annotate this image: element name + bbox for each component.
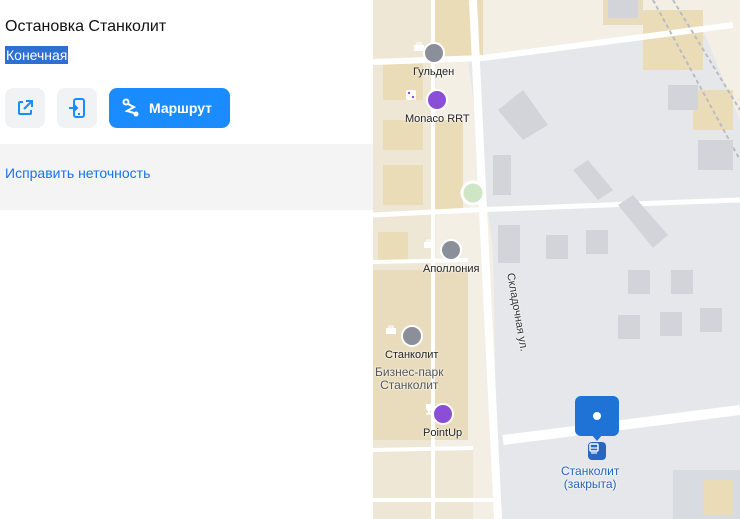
- route-icon: [122, 98, 139, 117]
- marker-dot: [593, 412, 601, 420]
- briefcase-icon: [414, 42, 445, 64]
- poi-gulden[interactable]: Гульден: [413, 42, 454, 79]
- poi-label: Станколит: [385, 349, 439, 361]
- map-view[interactable]: Гульден Monaco RRT Аполлония Станколит Б…: [373, 0, 740, 519]
- stop-map-label: Станколит (закрыта): [561, 465, 619, 491]
- stop-map-label-line2: (закрыта): [563, 477, 617, 491]
- selected-stop-marker[interactable]: [575, 396, 619, 436]
- poi-label-line: Бизнес-парк: [375, 365, 444, 379]
- route-button-label: Маршрут: [149, 100, 213, 116]
- send-to-phone-button[interactable]: [57, 88, 97, 128]
- poi-label: Бизнес-парк Станколит: [375, 366, 443, 392]
- fix-inaccuracy-link[interactable]: Исправить неточность: [5, 165, 150, 181]
- share-button[interactable]: [5, 88, 45, 128]
- tram-icon: [588, 442, 606, 460]
- route-button[interactable]: Маршрут: [109, 88, 230, 128]
- poi-business-park[interactable]: Бизнес-парк Станколит: [375, 364, 443, 392]
- poi-label-line: Станколит: [380, 378, 439, 392]
- share-icon: [18, 100, 33, 115]
- poi-monaco[interactable]: Monaco RRT: [405, 89, 470, 126]
- marker-pointer: [591, 434, 603, 441]
- dice-icon: [406, 89, 449, 111]
- stop-map-label-line1: Станколит: [561, 464, 620, 478]
- trophy-icon: [426, 403, 454, 425]
- poi-label: PointUp: [423, 427, 463, 439]
- fix-section: Исправить неточность: [0, 144, 373, 210]
- poi-stankolit[interactable]: Станколит: [385, 325, 438, 362]
- poi-label: Monaco RRT: [405, 113, 470, 125]
- stop-title: Остановка Станколит: [5, 18, 167, 35]
- briefcase-icon: [424, 239, 463, 261]
- poi-apollonia[interactable]: Аполлония: [423, 239, 479, 276]
- send-to-phone-icon: [69, 98, 85, 118]
- stop-info-panel: Остановка Станколит Конечная Маршрут Исп…: [0, 0, 373, 519]
- stop-type-label: Конечная: [5, 46, 69, 64]
- briefcase-icon: [386, 325, 423, 347]
- poi-label: Гульден: [413, 66, 455, 78]
- poi-pointup[interactable]: PointUp: [423, 403, 462, 440]
- poi-label: Аполлония: [423, 263, 480, 275]
